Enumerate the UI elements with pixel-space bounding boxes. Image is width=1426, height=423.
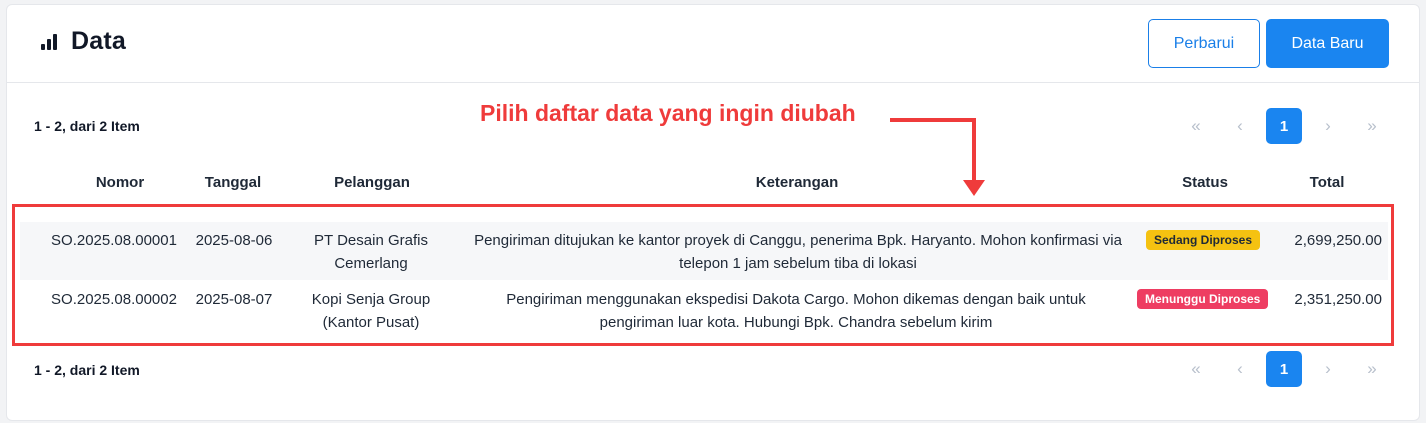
page-1-button[interactable]: 1 xyxy=(1266,351,1302,387)
page-1-button[interactable]: 1 xyxy=(1266,108,1302,144)
prev-page-button[interactable]: ‹ xyxy=(1218,351,1262,387)
item-count-top: 1 - 2, dari 2 Item xyxy=(34,118,140,134)
last-page-button[interactable]: » xyxy=(1350,351,1394,387)
annotation-arrow-horizontal xyxy=(890,118,976,122)
column-header-keterangan[interactable]: Keterangan xyxy=(467,174,1127,191)
annotation-highlight-frame xyxy=(12,204,1394,346)
first-page-button[interactable]: « xyxy=(1174,351,1218,387)
column-header-nomor[interactable]: Nomor xyxy=(60,174,180,191)
next-page-button[interactable]: › xyxy=(1306,351,1350,387)
column-header-tanggal[interactable]: Tanggal xyxy=(186,174,280,191)
page-title: Data xyxy=(71,27,126,55)
annotation-text: Pilih daftar data yang ingin diubah xyxy=(480,100,856,126)
prev-page-button[interactable]: ‹ xyxy=(1218,108,1262,144)
pagination-top: « ‹ 1 › » xyxy=(1174,108,1394,144)
title-wrap: Data xyxy=(41,27,126,56)
last-page-button[interactable]: » xyxy=(1350,108,1394,144)
first-page-button[interactable]: « xyxy=(1174,108,1218,144)
column-header-total[interactable]: Total xyxy=(1282,174,1372,191)
refresh-button[interactable]: Perbarui xyxy=(1148,19,1260,68)
column-header-pelanggan[interactable]: Pelanggan xyxy=(292,174,452,191)
column-header-status[interactable]: Status xyxy=(1135,174,1275,191)
card-header: Data Perbarui Data Baru xyxy=(7,5,1419,83)
bar-chart-icon xyxy=(41,33,57,50)
pagination-bottom: « ‹ 1 › » xyxy=(1174,351,1394,387)
item-count-bottom: 1 - 2, dari 2 Item xyxy=(34,362,140,378)
next-page-button[interactable]: › xyxy=(1306,108,1350,144)
new-data-button[interactable]: Data Baru xyxy=(1266,19,1389,68)
